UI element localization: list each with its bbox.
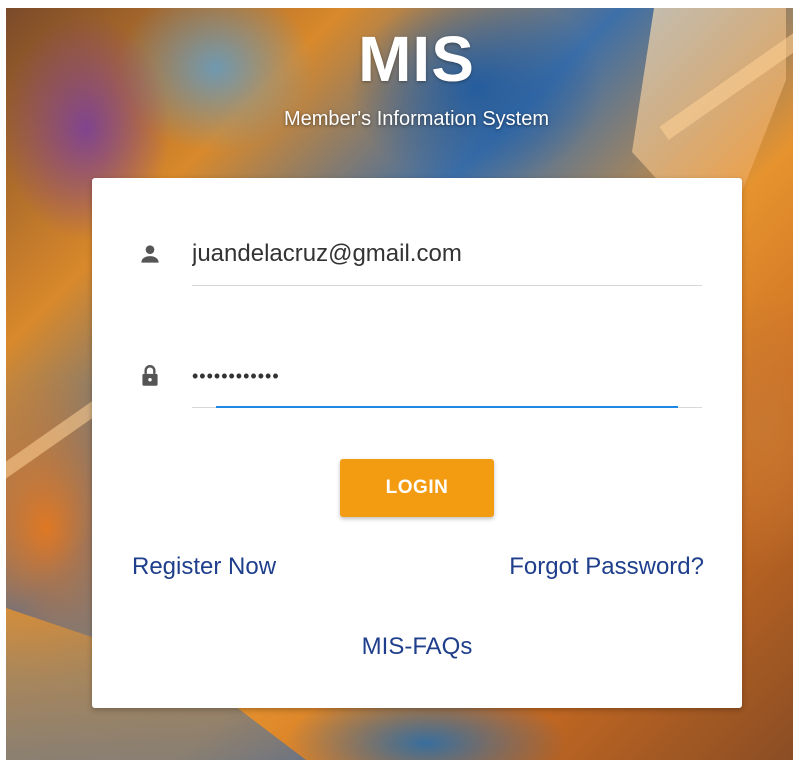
forgot-password-link[interactable]: Forgot Password? [509, 553, 704, 581]
password-field-group [132, 346, 704, 416]
app-subtitle: Member's Information System [283, 108, 549, 130]
email-field-group [132, 230, 704, 290]
password-field[interactable] [192, 356, 700, 396]
email-field[interactable] [192, 234, 700, 274]
app-title: MIS [358, 23, 475, 95]
mis-faqs-link[interactable]: MIS-FAQs [92, 633, 742, 661]
register-now-link[interactable]: Register Now [132, 553, 276, 581]
person-icon [132, 236, 168, 272]
login-button[interactable]: LOGIN [340, 459, 494, 517]
login-card: LOGIN Register Now Forgot Password? MIS-… [92, 178, 742, 708]
lock-icon [132, 358, 168, 394]
password-focus-indicator [216, 406, 678, 408]
email-field-underline [192, 285, 702, 286]
